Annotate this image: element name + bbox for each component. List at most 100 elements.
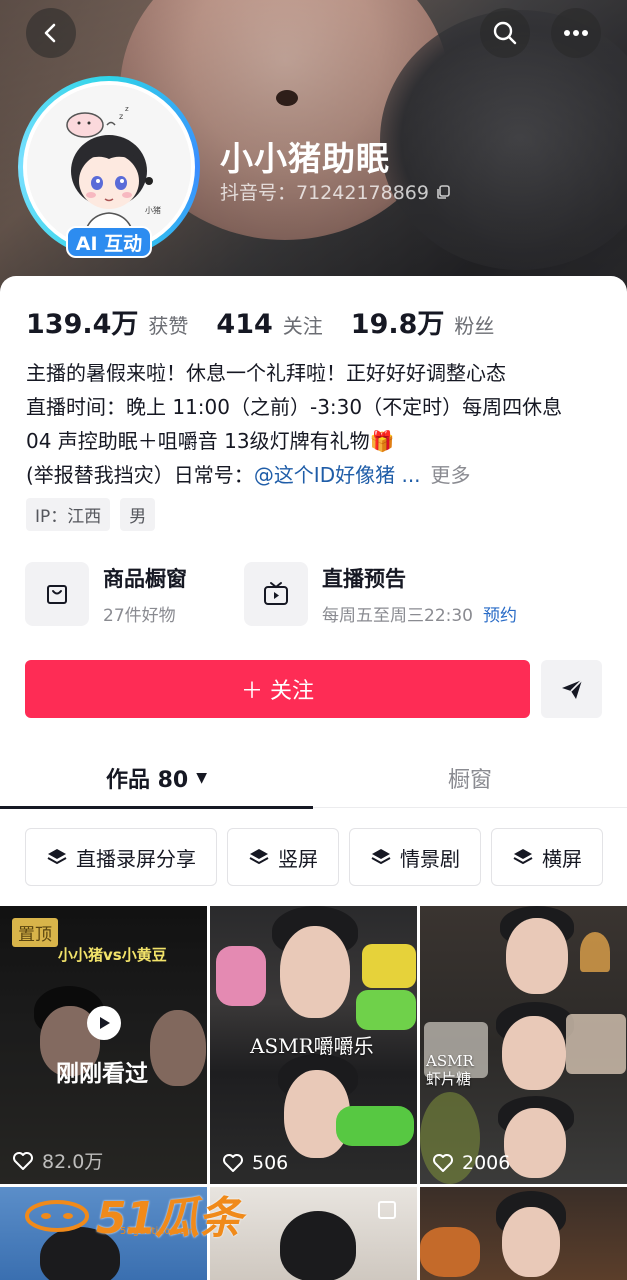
pinned-badge: 置顶 xyxy=(12,918,58,947)
shop-window-text: 商品橱窗 27件好物 xyxy=(103,563,187,626)
bio-line-3: 04 声控助眠＋咀嚼音 13级灯牌有礼物🎁 xyxy=(26,429,395,453)
collection-chips: 直播录屏分享 竖屏 情景剧 横屏 xyxy=(25,828,603,886)
thumbnail-prop xyxy=(420,1227,480,1277)
video-likes: 2006 xyxy=(432,1152,510,1174)
gender-tag: 男 xyxy=(120,498,156,531)
thumbnail-figure xyxy=(502,1207,560,1277)
watermark-logo: 51瓜条 51guatiao.com xyxy=(24,1182,242,1246)
live-preview-subtitle-row: 每周五至周三22:30 预约 xyxy=(322,601,517,626)
tab-works[interactable]: 作品 80 ▼ xyxy=(0,748,313,809)
live-preview-text: 直播预告 每周五至周三22:30 预约 xyxy=(322,563,517,626)
caret-down-icon: ▼ xyxy=(196,770,208,786)
avatar-image: 小猪 z z xyxy=(27,85,191,249)
video-overlay-text: ASMR 虾片糖 xyxy=(426,1052,474,1088)
more-dots-icon xyxy=(564,30,588,36)
video-likes: 82.0万 xyxy=(12,1147,103,1174)
search-button[interactable] xyxy=(480,8,530,58)
live-icon-box xyxy=(244,562,308,626)
thumbnail-prop xyxy=(216,946,266,1006)
thumbnail-lamp xyxy=(580,932,610,972)
send-icon xyxy=(561,679,583,699)
shop-window-title: 商品橱窗 xyxy=(103,566,187,591)
shopping-bag-icon xyxy=(47,585,67,604)
profile-tabs: 作品 80 ▼ 橱窗 xyxy=(0,748,627,809)
bio-mention-link[interactable]: @这个ID好像猪 ... xyxy=(254,463,421,487)
chevron-left-icon xyxy=(44,23,56,43)
stat-value: 414 xyxy=(216,309,273,340)
video-cover-title: 小小猪vs小黄豆 xyxy=(58,946,167,964)
layers-icon xyxy=(371,849,391,865)
more-button[interactable] xyxy=(551,8,601,58)
live-preview-subtitle: 每周五至周三22:30 xyxy=(322,605,473,626)
video-tile[interactable]: ASMR 虾片糖 2006 xyxy=(420,906,627,1184)
chip-label: 直播录屏分享 xyxy=(76,846,196,871)
video-overlay-text: ASMR嚼嚼乐 xyxy=(250,1034,374,1058)
video-likes-count: 2006 xyxy=(462,1152,511,1174)
heart-icon xyxy=(433,1154,453,1172)
stat-followers[interactable]: 19.8万 粉丝 xyxy=(351,302,495,341)
live-preview-title: 直播预告 xyxy=(322,566,406,591)
video-likes-count: 506 xyxy=(252,1152,289,1174)
douyin-id-text: 抖音号：71242178869 xyxy=(220,182,429,204)
ip-location-tag: IP：江西 xyxy=(26,498,111,531)
share-button[interactable] xyxy=(541,660,602,718)
thumbnail-prop xyxy=(336,1106,414,1146)
follow-button[interactable]: ＋ 关注 xyxy=(25,660,530,718)
douyin-id[interactable]: 抖音号：71242178869 xyxy=(220,178,451,205)
thumbnail-prop xyxy=(356,990,416,1030)
stat-value: 19.8万 xyxy=(350,309,445,340)
video-tile[interactable] xyxy=(420,1187,627,1280)
thumbnail-prop xyxy=(566,1014,626,1074)
profile-stats: 139.4万 获赞 414 关注 19.8万 粉丝 xyxy=(26,302,522,341)
stat-label: 关注 xyxy=(282,314,323,338)
profile-bio: 主播的暑假来啦！休息一个礼拜啦！正好好好调整心态 直播时间：晚上 11:00（之… xyxy=(26,356,616,492)
bio-more-button[interactable]: 更多 xyxy=(431,463,471,487)
thumbnail-figure xyxy=(280,1211,356,1280)
tv-icon xyxy=(264,582,288,605)
search-icon xyxy=(493,21,517,45)
layers-icon xyxy=(513,849,533,865)
back-button[interactable] xyxy=(26,8,76,58)
video-likes-count: 82.0万 xyxy=(42,1151,104,1173)
stat-label: 获赞 xyxy=(148,314,189,338)
profile-tags: IP：江西 男 xyxy=(26,498,156,531)
svg-text:z: z xyxy=(119,112,123,121)
live-preview-entry[interactable]: 直播预告 每周五至周三22:30 预约 xyxy=(244,562,517,626)
bio-line-2: 直播时间：晚上 11:00（之前）-3:30（不定时）每周四休息 xyxy=(26,395,563,419)
video-tile[interactable]: 置顶 小小猪vs小黄豆 刚刚看过 82.0万 xyxy=(0,906,207,1184)
heart-icon xyxy=(223,1154,243,1172)
thumbnail-figure xyxy=(504,1108,566,1178)
bio-line-4-prefix: (举报替我挡灾）日常号： xyxy=(26,463,254,487)
chip-label: 竖屏 xyxy=(278,846,318,871)
thumbnail-prop xyxy=(362,944,416,988)
profile-nickname: 小小猪助眠 xyxy=(220,139,390,178)
stat-following[interactable]: 414 关注 xyxy=(216,309,322,340)
thumbnail-figure xyxy=(502,1016,566,1090)
heart-icon xyxy=(13,1151,33,1170)
reserve-link[interactable]: 预约 xyxy=(483,606,517,626)
thumbnail-figure xyxy=(506,918,568,994)
chip-live-recording[interactable]: 直播录屏分享 xyxy=(25,828,217,886)
video-tile[interactable]: ASMR嚼嚼乐 506 xyxy=(210,906,417,1184)
tab-works-label: 作品 80 xyxy=(105,768,189,793)
shop-window-subtitle: 27件好物 xyxy=(103,605,176,626)
chip-drama[interactable]: 情景剧 xyxy=(349,828,481,886)
stat-likes[interactable]: 139.4万 获赞 xyxy=(26,302,188,341)
layers-icon xyxy=(249,849,269,865)
bio-line-1: 主播的暑假来啦！休息一个礼拜啦！正好好好调整心态 xyxy=(26,361,506,385)
play-icon xyxy=(87,1006,121,1040)
chip-vertical[interactable]: 竖屏 xyxy=(227,828,339,886)
chip-label: 情景剧 xyxy=(400,846,460,871)
bio-line-4: (举报替我挡灾）日常号：@这个ID好像猪 ... 更多 xyxy=(26,458,616,492)
multi-image-icon xyxy=(378,1201,396,1219)
chip-horizontal[interactable]: 横屏 xyxy=(491,828,603,886)
cartoon-avatar-icon: 小猪 z z xyxy=(27,85,191,249)
stat-value: 139.4万 xyxy=(26,309,139,340)
recently-watched-label: 刚刚看过 xyxy=(56,1061,148,1087)
tab-shop-window[interactable]: 橱窗 xyxy=(313,748,627,808)
copy-icon[interactable] xyxy=(435,184,451,200)
svg-text:小猪: 小猪 xyxy=(145,205,161,215)
shop-icon-box xyxy=(25,562,89,626)
shop-window-entry[interactable]: 商品橱窗 27件好物 xyxy=(25,562,187,626)
ai-interact-badge[interactable]: AI 互动 xyxy=(66,226,152,258)
